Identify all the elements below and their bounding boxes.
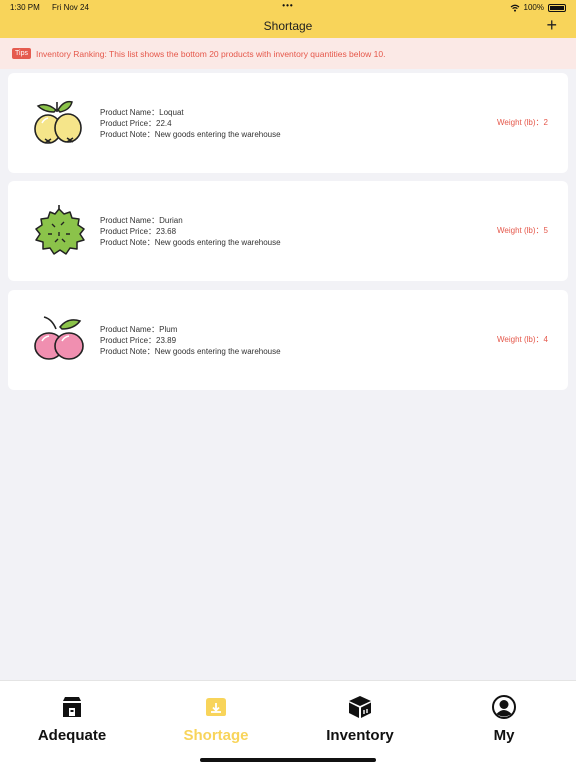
durian-icon [35, 205, 85, 255]
wifi-icon [510, 4, 519, 12]
battery-percent: 100% [523, 3, 544, 12]
product-note: New goods entering the warehouse [154, 130, 281, 140]
product-name: Plum [159, 325, 178, 334]
product-name: Durian [159, 216, 183, 225]
tab-inventory[interactable]: Inventory [288, 681, 432, 751]
product-note-label: Product Note： [100, 238, 155, 248]
product-info: Product Name：Plum Product Price：23.89 Pr… [100, 324, 281, 358]
product-note-row: Product Note：New goods entering the ware… [100, 346, 281, 357]
product-price-row: Product Price：22.4 [100, 118, 281, 129]
product-price: 22.4 [156, 119, 172, 129]
product-price-label: Product Price： [100, 119, 157, 129]
product-name: Loquat [159, 108, 184, 117]
status-bar-right: 100% [510, 3, 566, 12]
product-note: New goods entering the warehouse [154, 238, 281, 248]
tab-label: My [493, 727, 515, 744]
product-name-label: Product Name： [100, 325, 160, 334]
battery-icon [548, 3, 566, 12]
product-name-label: Product Name： [100, 108, 160, 117]
product-price: 23.68 [156, 227, 177, 237]
product-note-label: Product Note： [100, 347, 155, 357]
product-card-durian[interactable]: Product Name：Durian Product Price：23.68 … [8, 181, 568, 281]
tab-bar: Adequate Shortage Inventory My [0, 680, 576, 769]
tips-text: Inventory Ranking: This list shows the b… [35, 48, 386, 59]
tab-label: Inventory [326, 727, 394, 744]
tab-label: Shortage [183, 727, 249, 744]
product-note-row: Product Note：New goods entering the ware… [100, 129, 281, 140]
plus-icon: + [546, 15, 557, 35]
product-note: New goods entering the warehouse [154, 347, 281, 357]
product-price-row: Product Price：23.89 [100, 335, 281, 346]
product-card-plum[interactable]: Product Name：Plum Product Price：23.89 Pr… [8, 290, 568, 390]
weight-value: 4 [543, 335, 548, 344]
product-card-loquat[interactable]: Product Name：Loquat Product Price：22.4 P… [8, 73, 568, 173]
weight-value: 5 [543, 226, 548, 235]
product-name-row: Product Name：Loquat [100, 107, 281, 118]
navigation-header: 1:30 PM Fri Nov 24 ••• 100% Shortage + [0, 0, 576, 38]
inbox-download-icon [206, 698, 226, 716]
multitasking-dots[interactable]: ••• [0, 1, 576, 10]
product-weight: Weight (lb)：5 [497, 225, 548, 236]
weight-label: Weight (lb)： [497, 335, 544, 344]
weight-label: Weight (lb)： [497, 118, 544, 127]
tab-my[interactable]: My [432, 681, 576, 751]
product-name-row: Product Name：Plum [100, 324, 281, 335]
loquat-icon [34, 100, 82, 144]
product-name-row: Product Name：Durian [100, 215, 281, 226]
product-info: Product Name：Durian Product Price：23.68 … [100, 215, 281, 249]
weight-label: Weight (lb)： [497, 226, 544, 235]
home-indicator[interactable] [200, 758, 376, 762]
add-button[interactable]: + [546, 15, 557, 35]
store-icon [63, 697, 81, 717]
product-price: 23.89 [156, 336, 177, 346]
product-price-row: Product Price：23.68 [100, 226, 281, 237]
product-info: Product Name：Loquat Product Price：22.4 P… [100, 107, 281, 141]
product-weight: Weight (lb)：2 [497, 117, 548, 128]
user-icon [492, 695, 516, 719]
weight-value: 2 [543, 118, 548, 127]
tab-label: Adequate [37, 727, 107, 744]
product-price-label: Product Price： [100, 336, 157, 346]
page-title: Shortage [263, 19, 313, 33]
product-name-label: Product Name： [100, 216, 160, 225]
plum-icon [34, 316, 84, 360]
tips-banner: Tips Inventory Ranking: This list shows … [0, 38, 576, 69]
tips-badge: Tips [12, 48, 31, 59]
product-weight: Weight (lb)：4 [497, 334, 548, 345]
product-note-label: Product Note： [100, 130, 155, 140]
product-price-label: Product Price： [100, 227, 157, 237]
tab-adequate[interactable]: Adequate [0, 681, 144, 751]
box-icon [349, 696, 371, 718]
product-note-row: Product Note：New goods entering the ware… [100, 237, 281, 248]
tab-shortage[interactable]: Shortage [144, 681, 288, 751]
